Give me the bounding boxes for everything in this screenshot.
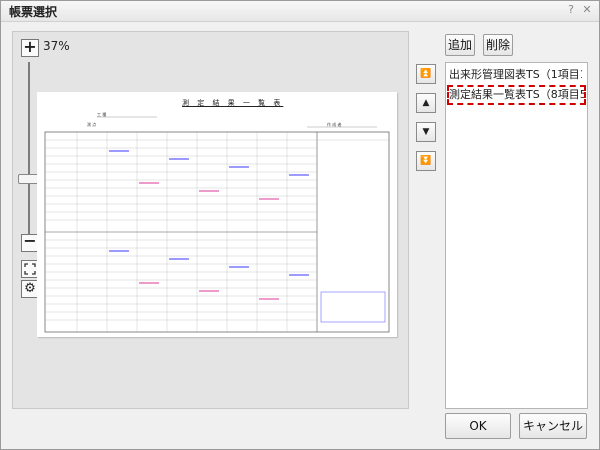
help-icon[interactable]: ? — [564, 3, 578, 17]
delete-button[interactable]: 削除 — [483, 34, 513, 56]
cancel-button[interactable]: キャンセル — [519, 413, 587, 439]
move-up-button[interactable]: ▲ — [416, 93, 436, 113]
arrow-up-icon: ▲ — [422, 98, 430, 108]
move-top-button[interactable]: ⏫ — [416, 64, 436, 84]
report-select-dialog: 帳票選択 ? ✕ + 37% − ⚙ 測 定 結 果 一 覧 表 工 種 測 点… — [0, 0, 600, 450]
gear-icon: ⚙ — [24, 281, 36, 296]
zoom-slider[interactable] — [28, 62, 30, 242]
close-icon[interactable]: ✕ — [580, 3, 594, 17]
list-item-selected[interactable]: 測定結果一覧表TS（8項目5測 — [447, 85, 586, 105]
zoom-level: 37% — [43, 39, 70, 53]
zoom-in-button[interactable]: + — [21, 39, 39, 57]
move-bottom-button[interactable]: ⏬ — [416, 151, 436, 171]
move-bottom-icon: ⏬ — [420, 156, 432, 166]
report-list[interactable]: 出来形管理図表TS（1項目14 測定結果一覧表TS（8項目5測 — [445, 62, 588, 409]
ok-button[interactable]: OK — [445, 413, 511, 439]
fit-icon — [24, 263, 36, 275]
move-top-icon: ⏫ — [420, 69, 432, 79]
doc-table-graphic — [44, 116, 390, 333]
window-title: 帳票選択 — [9, 5, 58, 19]
preview-panel[interactable]: + 37% − ⚙ 測 定 結 果 一 覧 表 工 種 測 点 作 成 者 — [12, 31, 409, 409]
move-down-button[interactable]: ▼ — [416, 122, 436, 142]
document-preview: 測 定 結 果 一 覧 表 工 種 測 点 作 成 者 — [37, 92, 397, 337]
list-item[interactable]: 出来形管理図表TS（1項目14 — [449, 67, 582, 83]
arrow-down-icon: ▼ — [422, 127, 430, 137]
title-bar: 帳票選択 ? ✕ — [1, 1, 599, 22]
add-button[interactable]: 追加 — [445, 34, 475, 56]
